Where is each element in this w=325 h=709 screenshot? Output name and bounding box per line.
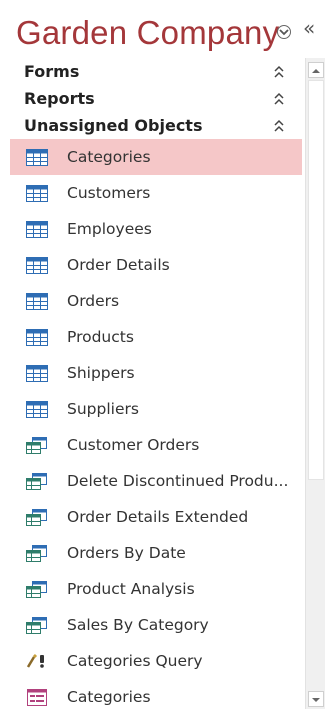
select-query-icon	[26, 581, 48, 598]
group-label: Reports	[24, 89, 95, 108]
shutter-bar-close-icon[interactable]: «	[303, 16, 315, 40]
navigation-pane: Garden Company « Forms Reports Unassigne…	[0, 0, 325, 709]
table-icon	[26, 149, 48, 166]
list-item-label: Categories	[67, 688, 151, 706]
table-icon	[26, 257, 48, 274]
list-item-label: Product Analysis	[67, 580, 195, 598]
list-item-label: Orders By Date	[67, 544, 186, 562]
list-item-label: Shippers	[67, 364, 135, 382]
select-query-icon	[26, 437, 48, 454]
select-query-icon	[26, 617, 48, 634]
list-item-label: Customer Orders	[67, 436, 200, 454]
unassigned-objects-list: Categories Customers Employees Order Detail…	[0, 139, 305, 709]
list-item[interactable]: Categories	[0, 679, 305, 709]
list-item-label: Orders	[67, 292, 120, 310]
table-icon	[26, 365, 48, 382]
scroll-up-button[interactable]	[308, 62, 324, 78]
group-reports[interactable]: Reports	[0, 85, 305, 112]
table-icon	[26, 329, 48, 346]
select-query-icon	[26, 545, 48, 562]
list-item[interactable]: Customers	[0, 175, 305, 211]
navigation-pane-header: Garden Company «	[0, 0, 325, 58]
expand-chevrons-icon	[274, 65, 284, 78]
list-item[interactable]: Orders By Date	[0, 535, 305, 571]
list-item[interactable]: Shippers	[0, 355, 305, 391]
list-item[interactable]: Orders	[0, 283, 305, 319]
table-icon	[26, 185, 48, 202]
group-forms[interactable]: Forms	[0, 58, 305, 85]
form-icon	[26, 689, 48, 706]
table-icon	[26, 221, 48, 238]
list-item[interactable]: Categories Query	[0, 643, 305, 679]
list-item-label: Categories Query	[67, 652, 203, 670]
pane-title[interactable]: Garden Company	[16, 14, 279, 52]
table-icon	[26, 293, 48, 310]
arrow-up-icon	[312, 69, 320, 73]
list-item-label: Categories	[67, 148, 151, 166]
group-label: Forms	[24, 62, 80, 81]
object-list: Forms Reports Unassigned Objects Categor…	[0, 58, 305, 709]
list-item[interactable]: Order Details	[0, 247, 305, 283]
list-item-label: Products	[67, 328, 134, 346]
list-item[interactable]: Employees	[0, 211, 305, 247]
list-item[interactable]: Customer Orders	[0, 427, 305, 463]
select-query-icon	[26, 509, 48, 526]
action-query-icon	[26, 653, 48, 670]
list-item-label: Order Details	[67, 256, 170, 274]
scroll-down-button[interactable]	[308, 691, 324, 707]
list-item[interactable]: Product Analysis	[0, 571, 305, 607]
list-item-label: Suppliers	[67, 400, 139, 418]
arrow-down-icon	[312, 698, 320, 702]
list-item[interactable]: Sales By Category	[0, 607, 305, 643]
list-item[interactable]: Categories	[10, 139, 302, 175]
list-item-label: Sales By Category	[67, 616, 209, 634]
list-item[interactable]: Delete Discontinued Produ...	[0, 463, 305, 499]
select-query-icon	[26, 473, 48, 490]
list-item-label: Employees	[67, 220, 152, 238]
list-item[interactable]: Suppliers	[0, 391, 305, 427]
group-label: Unassigned Objects	[24, 116, 203, 135]
scroll-thumb[interactable]	[308, 80, 324, 480]
list-item[interactable]: Products	[0, 319, 305, 355]
list-item-label: Order Details Extended	[67, 508, 249, 526]
list-item-label: Customers	[67, 184, 151, 202]
table-icon	[26, 401, 48, 418]
group-unassigned-objects[interactable]: Unassigned Objects	[0, 112, 305, 139]
expand-chevrons-icon	[274, 92, 284, 105]
pane-menu-icon[interactable]	[277, 25, 291, 39]
list-item-label: Delete Discontinued Produ...	[67, 472, 289, 490]
expand-chevrons-icon	[274, 119, 284, 132]
vertical-scrollbar[interactable]	[305, 58, 325, 709]
list-item[interactable]: Order Details Extended	[0, 499, 305, 535]
